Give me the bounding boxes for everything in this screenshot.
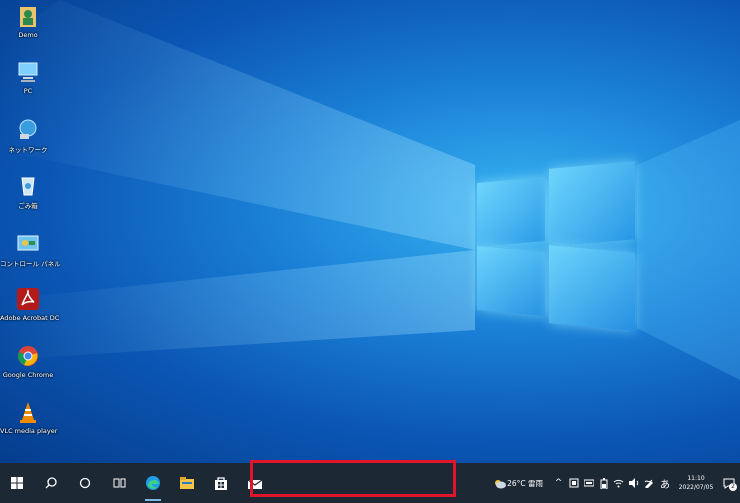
network-status-icon[interactable] bbox=[581, 463, 596, 503]
folder-icon bbox=[180, 477, 194, 489]
desktop-wallpaper: Demo PC ネットワーク ごみ箱 コントロール パネル Adobe Acro… bbox=[0, 0, 740, 463]
ime-mode-indicator[interactable]: あ bbox=[656, 463, 674, 503]
desktop-icon-label: ネットワーク bbox=[8, 146, 48, 154]
desktop-icon-chrome[interactable]: Google Chrome bbox=[0, 344, 56, 379]
system-tray: 26°C 雷雨 ^ あ 11:10 2022/07/05 2 bbox=[491, 463, 740, 503]
cortana-button[interactable] bbox=[68, 463, 102, 503]
weather-icon[interactable] bbox=[491, 463, 507, 503]
desktop-icon-control-panel[interactable]: コントロール パネル bbox=[0, 231, 61, 268]
user-folder-icon bbox=[16, 4, 40, 28]
desktop-icon-label: ごみ箱 bbox=[18, 202, 38, 210]
desktop-icon-pc[interactable]: PC bbox=[0, 60, 56, 95]
computer-icon bbox=[16, 60, 40, 84]
control-panel-icon bbox=[16, 231, 40, 255]
recycle-bin-icon bbox=[16, 173, 40, 197]
desktop-icon-vlc[interactable]: VLC media player bbox=[0, 400, 58, 435]
search-icon bbox=[45, 477, 57, 489]
highlight-box-taskbar-empty-area bbox=[250, 460, 456, 497]
weather-text[interactable]: 26°C 雷雨 bbox=[507, 478, 543, 489]
edge-browser-icon bbox=[146, 476, 160, 490]
pen-ink-icon[interactable] bbox=[641, 463, 656, 503]
start-button[interactable] bbox=[0, 463, 34, 503]
network-icon bbox=[16, 117, 40, 141]
task-view-icon bbox=[113, 478, 125, 488]
desktop-icon-label: PC bbox=[23, 87, 33, 95]
store-bag-icon bbox=[215, 477, 227, 490]
battery-icon[interactable] bbox=[596, 463, 611, 503]
desktop-icon-user[interactable]: Demo bbox=[0, 4, 56, 39]
desktop-icon-label: Demo bbox=[18, 31, 38, 39]
volume-icon[interactable] bbox=[626, 463, 641, 503]
edge-taskbar-button[interactable] bbox=[136, 463, 170, 503]
file-explorer-taskbar-button[interactable] bbox=[170, 463, 204, 503]
search-button[interactable] bbox=[34, 463, 68, 503]
cortana-circle-icon bbox=[79, 477, 91, 489]
task-view-button[interactable] bbox=[102, 463, 136, 503]
clock[interactable]: 11:10 2022/07/05 bbox=[674, 474, 718, 492]
store-taskbar-button[interactable] bbox=[204, 463, 238, 503]
clock-time: 11:10 bbox=[687, 475, 705, 482]
chrome-icon bbox=[16, 344, 40, 368]
desktop-icon-recycle-bin[interactable]: ごみ箱 bbox=[0, 173, 56, 210]
vlc-icon bbox=[16, 400, 40, 424]
desktop-icon-label: VLC media player bbox=[0, 427, 58, 435]
desktop-icon-label: Google Chrome bbox=[2, 371, 54, 379]
adobe-acrobat-icon bbox=[16, 287, 40, 311]
tray-app-icon[interactable] bbox=[566, 463, 581, 503]
desktop-icon-adobe-acrobat[interactable]: Adobe Acrobat DC bbox=[0, 287, 60, 322]
windows-logo-wallpaper bbox=[475, 161, 637, 331]
desktop-icon-network[interactable]: ネットワーク bbox=[0, 117, 56, 154]
desktop-icon-label: コントロール パネル bbox=[0, 260, 61, 268]
wifi-icon[interactable] bbox=[611, 463, 626, 503]
clock-date: 2022/07/05 bbox=[678, 484, 714, 491]
desktop-icon-label: Adobe Acrobat DC bbox=[0, 314, 60, 322]
notification-count-badge: 2 bbox=[729, 483, 737, 491]
windows-start-icon bbox=[11, 477, 23, 489]
notification-center-button[interactable]: 2 bbox=[718, 463, 740, 503]
chevron-up-icon[interactable]: ^ bbox=[551, 463, 566, 503]
